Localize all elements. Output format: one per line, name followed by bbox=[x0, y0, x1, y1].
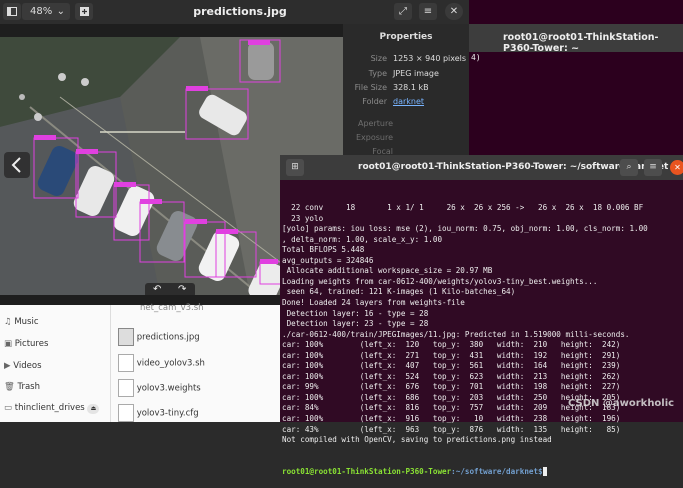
file-item[interactable]: video_yolov3.sh bbox=[118, 354, 205, 372]
terminal-line: Not compiled with OpenCV, saving to pred… bbox=[282, 435, 552, 445]
terminal-line: 22 conv 18 1 x 1/ 1 26 x 26 x 256 -> 26 … bbox=[282, 203, 644, 213]
rotate-left-icon: ↶ bbox=[153, 284, 162, 295]
terminal-line: Detection layer: 16 - type = 28 bbox=[282, 308, 429, 318]
search-icon: ⌕ bbox=[626, 162, 632, 172]
filesize-label: File Size bbox=[354, 83, 387, 92]
terminal-line: car: 100% (left_x: 271 top_y: 431 width:… bbox=[282, 350, 621, 360]
menu-button[interactable]: ≡ bbox=[419, 3, 437, 20]
viewer-title: predictions.jpg bbox=[193, 5, 287, 18]
search-button[interactable]: ⌕ bbox=[620, 159, 638, 176]
aperture-label: Aperture bbox=[357, 119, 393, 128]
terminal-line: ./car-0612-400/train/JPEGImages/11.jpg: … bbox=[282, 329, 630, 339]
terminal-line: [yolo] params: iou loss: mse (2), iou_no… bbox=[282, 224, 648, 234]
videos-icon: ▶ bbox=[4, 361, 11, 371]
prompt-path: :~/software/darknet$ bbox=[451, 466, 543, 476]
background-terminal-text: 4) bbox=[471, 53, 481, 62]
terminal-line: Loading weights from car-0612-400/weight… bbox=[282, 276, 598, 286]
background-terminal-header: root01@root01-ThinkStation-P360-Tower: ~ bbox=[469, 24, 683, 54]
terminal-line: car: 43% (left_x: 963 top_y: 876 width: … bbox=[282, 424, 621, 434]
terminal-menu-button[interactable]: ≡ bbox=[644, 159, 662, 176]
filesize-value: 328.1 kB bbox=[393, 83, 429, 92]
terminal-line: car: 100% (left_x: 916 top_y: 10 width: … bbox=[282, 414, 621, 424]
file-item[interactable]: predictions.jpg bbox=[118, 328, 200, 346]
new-tab-icon: ⊞ bbox=[291, 162, 299, 172]
terminal-line: Total BFLOPS 5.448 bbox=[282, 245, 365, 255]
terminal-lines: 22 conv 18 1 x 1/ 1 26 x 26 x 256 -> 26 … bbox=[282, 203, 682, 446]
close-icon: ✕ bbox=[674, 163, 681, 172]
properties-panel: Properties Size 1253 × 940 pixels Type JPE… bbox=[343, 24, 469, 165]
eject-icon[interactable]: ⏏ bbox=[87, 404, 100, 414]
trash-icon: 🗑 bbox=[4, 382, 15, 392]
terminal-line: , delta_norm: 1.00, scale_x_y: 1.00 bbox=[282, 234, 443, 244]
terminal-line: Allocate additional workspace_size = 20.… bbox=[282, 266, 493, 276]
hamburger-icon: ≡ bbox=[649, 162, 657, 172]
drive-icon: ▭ bbox=[4, 403, 13, 413]
terminal-line: avg_outputs = 324846 bbox=[282, 255, 374, 265]
prompt-user: root01@root01-ThinkStation-P360-Tower bbox=[282, 466, 452, 476]
terminal-line: car: 100% (left_x: 524 top_y: 623 width:… bbox=[282, 371, 621, 381]
fullscreen-button[interactable]: ⤢ bbox=[394, 3, 412, 20]
terminal-line: car: 100% (left_x: 120 top_y: 380 width:… bbox=[282, 340, 621, 350]
previous-image-button[interactable] bbox=[4, 152, 30, 178]
image-file-icon bbox=[118, 328, 134, 346]
terminal-line: car: 100% (left_x: 407 top_y: 561 width:… bbox=[282, 361, 621, 371]
terminal-line: Detection layer: 23 - type = 28 bbox=[282, 319, 429, 329]
folder-label: Folder bbox=[362, 97, 387, 106]
rotate-right-button[interactable]: ↷ bbox=[178, 284, 186, 295]
size-label: Size bbox=[370, 54, 387, 63]
file-icon bbox=[118, 404, 134, 422]
zoom-in-button[interactable] bbox=[75, 3, 93, 20]
chevron-down-icon: ⌄ bbox=[56, 6, 65, 17]
sidebar-toggle-button[interactable] bbox=[3, 3, 21, 20]
terminal-header: ⊞ root01@root01-ThinkStation-P360-Tower:… bbox=[280, 155, 683, 180]
terminal-line: seen 64, trained: 121 K-images (1 Kilo-b… bbox=[282, 287, 516, 297]
terminal-line: car: 99% (left_x: 676 top_y: 701 width: … bbox=[282, 382, 621, 392]
file-item[interactable]: net_cam_v3.sh bbox=[118, 303, 204, 313]
image-viewer-header: 48% ⌄ predictions.jpg ⤢ ≡ ✕ bbox=[0, 0, 469, 24]
rotate-right-icon: ↷ bbox=[178, 284, 187, 295]
properties-heading: Properties bbox=[379, 32, 433, 42]
sidebar-item-trash[interactable]: 🗑 Trash bbox=[4, 382, 40, 392]
background-terminal-title: root01@root01-ThinkStation-P360-Tower: ~ bbox=[503, 32, 659, 54]
music-icon: ♫ bbox=[4, 317, 12, 327]
zoom-dropdown[interactable]: 48% ⌄ bbox=[22, 3, 70, 20]
terminal-line: 23 yolo bbox=[282, 213, 324, 223]
hamburger-icon: ≡ bbox=[423, 6, 433, 17]
zoom-level: 48% bbox=[30, 6, 53, 17]
sidebar-item-music[interactable]: ♫ Music bbox=[4, 317, 39, 327]
terminal-prompt: root01@root01-ThinkStation-P360-Tower:~/… bbox=[282, 466, 682, 478]
type-label: Type bbox=[368, 69, 387, 78]
terminal-output[interactable]: 22 conv 18 1 x 1/ 1 26 x 26 x 256 -> 26 … bbox=[282, 182, 682, 488]
plus-box-icon bbox=[79, 7, 89, 16]
watermark: CSDN @aworkholic bbox=[568, 398, 675, 409]
sidebar-item-pictures[interactable]: ▣ Pictures bbox=[4, 339, 48, 349]
file-icon bbox=[118, 379, 134, 397]
exposure-label: Exposure bbox=[355, 133, 393, 142]
sidebar-icon bbox=[7, 7, 17, 16]
fullscreen-icon: ⤢ bbox=[399, 6, 407, 17]
terminal-line: Done! Loaded 24 layers from weights-file bbox=[282, 298, 465, 308]
sidebar-item-videos[interactable]: ▶ Videos bbox=[4, 361, 42, 371]
size-value: 1253 × 940 pixels bbox=[393, 54, 467, 63]
close-icon: ✕ bbox=[449, 6, 459, 17]
close-button[interactable]: ✕ bbox=[445, 3, 463, 20]
script-file-icon bbox=[118, 354, 134, 372]
type-value: JPEG image bbox=[393, 69, 439, 78]
file-item[interactable]: yolov3-tiny.cfg bbox=[118, 404, 199, 422]
folder-link[interactable]: darknet bbox=[393, 97, 424, 106]
sidebar-item-thinclient-drives[interactable]: ▭ thinclient_drives ⏏ bbox=[4, 403, 100, 414]
file-manager: ♫ Music ▣ Pictures ▶ Videos 🗑 Trash ▭ th… bbox=[0, 303, 282, 422]
pictures-icon: ▣ bbox=[4, 339, 13, 349]
file-item[interactable]: yolov3.weights bbox=[118, 379, 201, 397]
terminal-close-button[interactable]: ✕ bbox=[670, 160, 683, 175]
rotate-left-button[interactable]: ↶ bbox=[153, 284, 161, 295]
new-tab-button[interactable]: ⊞ bbox=[286, 159, 304, 176]
